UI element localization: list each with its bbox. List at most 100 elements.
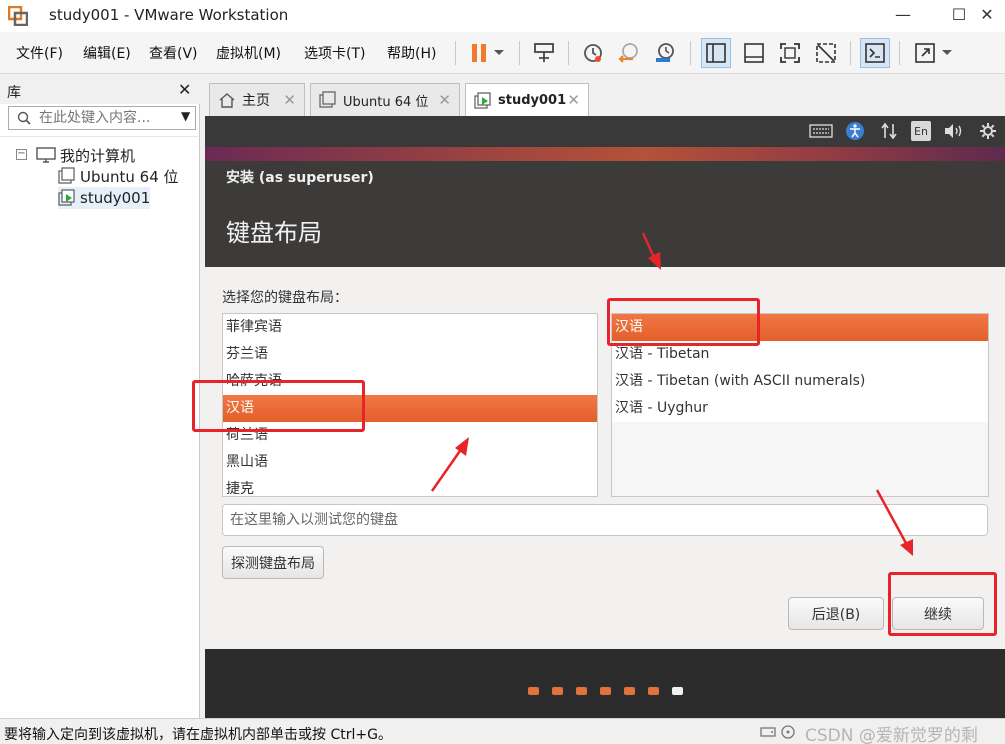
menu-edit[interactable]: 编辑(E) <box>83 43 131 63</box>
toolbar-separator <box>455 41 456 65</box>
stretch-dropdown-icon[interactable] <box>938 38 956 68</box>
title-bar: study001 - VMware Workstation — ☐ ✕ <box>0 0 1005 32</box>
search-icon <box>17 111 31 125</box>
library-view-icon[interactable] <box>701 38 731 68</box>
ubuntu-top-panel: En <box>205 116 1005 147</box>
list-item[interactable]: 汉语 - Uyghur <box>612 395 988 422</box>
snapshot-icon[interactable] <box>578 38 608 68</box>
progress-dot <box>576 687 587 695</box>
home-icon <box>219 93 235 108</box>
vm-icon <box>319 91 336 108</box>
tab-close-icon[interactable]: ✕ <box>438 91 451 109</box>
revert-snapshot-icon[interactable] <box>614 38 644 68</box>
hard-disk-icon[interactable] <box>760 724 776 740</box>
watermark: CSDN @爱新觉罗的剩 <box>805 726 978 744</box>
tree-item-label: study001 <box>80 189 151 207</box>
console-icon[interactable] <box>860 38 890 68</box>
network-icon[interactable] <box>879 121 899 141</box>
installer-header: 安装 (as superuser) 键盘布局 <box>205 161 1005 267</box>
send-ctrl-alt-del-icon[interactable] <box>529 38 559 68</box>
tab-study001[interactable]: study001 ✕ <box>465 83 589 117</box>
tree-item-label: Ubuntu 64 位 <box>80 167 179 186</box>
menu-help[interactable]: 帮助(H) <box>387 43 436 63</box>
list-item[interactable]: 捷克 <box>223 476 597 496</box>
tab-label: Ubuntu 64 位 <box>343 94 429 110</box>
accessibility-icon[interactable] <box>844 121 866 141</box>
progress-dot <box>600 687 611 695</box>
list-item[interactable]: 芬兰语 <box>223 341 597 368</box>
list-empty-area <box>612 422 988 496</box>
toolbar-separator <box>899 41 900 65</box>
library-search: ▼ <box>8 106 196 130</box>
desktop-wallpaper-strip <box>205 147 1005 161</box>
tree-item-ubuntu[interactable]: Ubuntu 64 位 <box>58 165 179 187</box>
search-dropdown-icon[interactable]: ▼ <box>181 109 190 123</box>
minimize-button[interactable]: — <box>888 4 918 26</box>
tab-close-icon[interactable]: ✕ <box>283 91 296 109</box>
keyboard-test-input[interactable] <box>222 504 988 536</box>
library-panel: 库 ✕ ▼ − 我的计算机 Ubuntu 64 位 study001 <box>0 76 200 718</box>
library-header: 库 ✕ <box>0 76 200 104</box>
library-tree <box>0 136 198 716</box>
menu-file[interactable]: 文件(F) <box>16 43 63 63</box>
tab-label: study001 <box>498 93 567 108</box>
list-item[interactable]: 菲律宾语 <box>223 314 597 341</box>
status-text: 要将输入定向到该虚拟机，请在虚拟机内部单击或按 Ctrl+G。 <box>4 727 392 743</box>
settings-gear-icon[interactable] <box>978 121 998 141</box>
installer-caption: 安装 (as superuser) <box>226 170 374 186</box>
volume-icon[interactable] <box>942 121 966 141</box>
maximize-button[interactable]: ☐ <box>944 4 974 26</box>
installer-footer <box>205 649 1005 718</box>
menu-tabs[interactable]: 选项卡(T) <box>304 43 365 63</box>
close-window-button[interactable]: ✕ <box>972 4 1002 26</box>
computer-icon <box>36 147 56 163</box>
menu-bar: 文件(F) 编辑(E) 查看(V) 虚拟机(M) 选项卡(T) 帮助(H) <box>0 32 1005 74</box>
toolbar-separator <box>690 41 691 65</box>
annotation-box-variant <box>607 298 760 346</box>
stretch-icon[interactable] <box>910 38 940 68</box>
annotation-box-continue <box>888 572 997 636</box>
tree-item-label: 我的计算机 <box>60 146 136 165</box>
tree-collapse-icon[interactable]: − <box>16 149 27 160</box>
keyboard-layout-label: 选择您的键盘布局： <box>222 290 348 306</box>
keyboard-icon[interactable] <box>808 121 834 141</box>
vmware-logo-icon <box>8 6 28 26</box>
menu-view[interactable]: 查看(V) <box>149 43 198 63</box>
toolbar-separator <box>519 41 520 65</box>
vm-icon <box>58 167 75 184</box>
library-search-input[interactable] <box>39 109 169 127</box>
list-item[interactable]: 汉语 - Tibetan (with ASCII numerals) <box>612 368 988 395</box>
window-title: study001 - VMware Workstation <box>49 6 289 24</box>
toolbar-separator <box>850 41 851 65</box>
menu-vm[interactable]: 虚拟机(M) <box>216 43 281 63</box>
tab-bar: 主页 ✕ Ubuntu 64 位 ✕ study001 ✕ <box>205 80 1005 117</box>
tab-ubuntu[interactable]: Ubuntu 64 位 ✕ <box>310 83 460 116</box>
progress-dot-current <box>672 687 683 695</box>
language-indicator[interactable]: En <box>911 121 931 141</box>
detect-layout-button[interactable]: 探测键盘布局 <box>222 546 324 579</box>
pause-dropdown-icon[interactable] <box>490 38 508 68</box>
tab-label: 主页 <box>242 93 270 109</box>
progress-dot <box>528 687 539 695</box>
fullscreen-icon[interactable] <box>775 38 805 68</box>
tab-close-icon[interactable]: ✕ <box>567 91 580 109</box>
cd-drive-icon[interactable] <box>780 724 796 740</box>
snapshot-manager-icon[interactable] <box>650 38 680 68</box>
vm-running-icon <box>474 91 491 109</box>
toolbar-separator <box>568 41 569 65</box>
library-close-button[interactable]: ✕ <box>178 80 191 99</box>
library-title: 库 <box>7 85 21 101</box>
progress-dot <box>552 687 563 695</box>
installer-title: 键盘布局 <box>226 219 322 247</box>
single-view-icon[interactable] <box>739 38 769 68</box>
progress-dot <box>648 687 659 695</box>
tree-item-study001[interactable]: study001 <box>58 187 151 209</box>
tab-home[interactable]: 主页 ✕ <box>209 83 305 116</box>
status-bar: 要将输入定向到该虚拟机，请在虚拟机内部单击或按 Ctrl+G。 CSDN @爱新… <box>0 718 1005 744</box>
annotation-box-layout <box>192 380 365 432</box>
unity-icon[interactable] <box>811 38 841 68</box>
back-button[interactable]: 后退(B) <box>788 597 884 630</box>
tree-item-my-computer[interactable]: 我的计算机 <box>36 144 135 166</box>
list-item[interactable]: 黑山语 <box>223 449 597 476</box>
progress-dot <box>624 687 635 695</box>
